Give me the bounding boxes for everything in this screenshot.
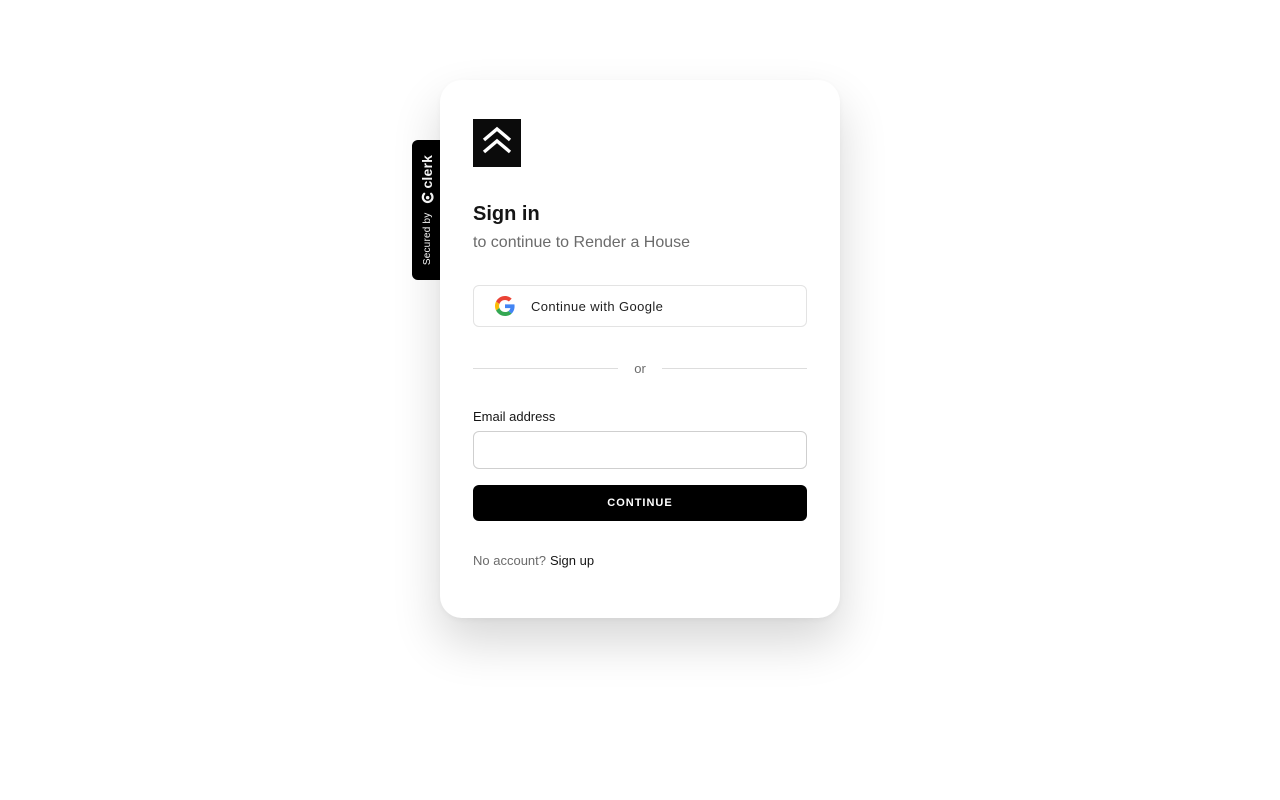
divider-text: or — [634, 360, 646, 376]
sign-up-prompt: No account? Sign up — [473, 553, 594, 568]
sign-in-card: Sign in to continue to Render a House Co… — [440, 80, 840, 618]
continue-button[interactable]: CONTINUE — [473, 485, 807, 521]
clerk-logo-icon — [421, 192, 434, 205]
clerk-brand-text: clerk — [419, 154, 436, 189]
email-input[interactable] — [473, 431, 807, 469]
secured-by-clerk-badge[interactable]: Secured by clerk — [412, 140, 442, 280]
google-g-icon — [494, 295, 516, 317]
divider-line-left — [473, 367, 618, 369]
page-title: Sign in — [473, 203, 540, 225]
google-button-label: Continue with Google — [531, 298, 664, 314]
clerk-badge-content: Secured by clerk — [419, 155, 435, 265]
page: Secured by clerk Sign in to continue to … — [0, 0, 1280, 800]
continue-with-google-button[interactable]: Continue with Google — [473, 285, 807, 327]
double-chevron-up-icon — [479, 123, 515, 164]
divider-line-right — [662, 367, 807, 369]
no-account-text: No account? — [473, 553, 546, 568]
sign-up-link[interactable]: Sign up — [550, 553, 594, 568]
email-label: Email address — [473, 409, 556, 424]
app-logo — [473, 119, 521, 167]
page-subtitle: to continue to Render a House — [473, 234, 691, 251]
or-divider: or — [473, 358, 807, 378]
clerk-brand: clerk — [419, 155, 435, 205]
secured-by-text: Secured by — [421, 212, 433, 266]
